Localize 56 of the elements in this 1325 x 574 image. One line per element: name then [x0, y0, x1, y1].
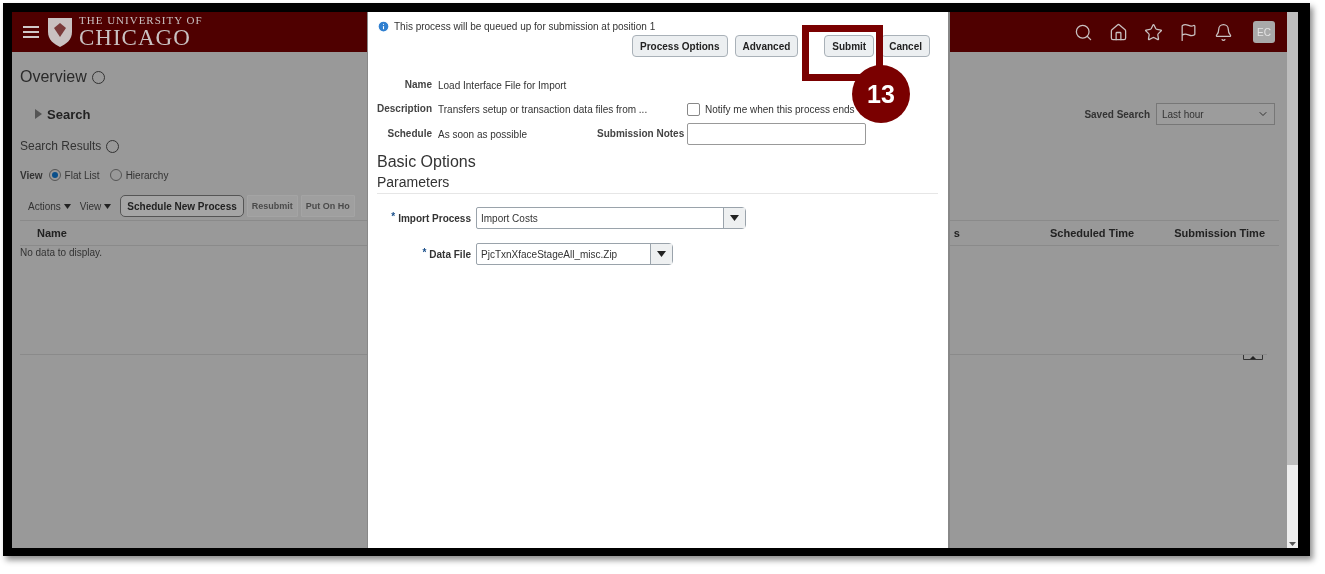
dialog-button[interactable]: Process Options [632, 35, 728, 57]
caret-icon [657, 251, 666, 257]
field-value: Transfers setup or transaction data files from ... [438, 103, 649, 115]
crest-icon [46, 16, 74, 48]
field-value: Load Interface File for Import [438, 79, 568, 91]
field-label: View [20, 169, 43, 181]
toolbar-button[interactable]: Schedule New Process [120, 195, 244, 217]
column-header: Name [37, 227, 67, 239]
column-header: Submission Time [1174, 227, 1265, 239]
field-label: Data File [429, 248, 471, 260]
caret-icon [63, 203, 71, 209]
saved-search-select[interactable]: Last hour [1156, 103, 1275, 125]
info-message: This process will be queued up for submission at position 1 [394, 21, 656, 32]
radio-label: Hierarchy [125, 169, 169, 181]
parameter-select[interactable]: Import Costs [476, 207, 746, 229]
caret-icon [104, 203, 112, 209]
expand-icon [35, 109, 42, 119]
page-title: Overview [20, 68, 87, 86]
notes-field[interactable] [687, 123, 866, 145]
empty-message: No data to display. [20, 247, 103, 258]
checkbox-label: Notify me when this process ends [705, 103, 855, 115]
flag-icon[interactable] [1179, 22, 1198, 42]
field-label: Name [403, 78, 432, 92]
caret-icon [730, 215, 739, 221]
dialog-button[interactable]: Submit [824, 35, 875, 57]
collapse-icon[interactable] [1243, 355, 1263, 360]
parameter-select[interactable]: PjcTxnXfaceStageAll_misc.Zip [476, 243, 673, 265]
home-icon[interactable] [1109, 22, 1128, 42]
required-mark: * [422, 246, 427, 258]
logo-text: THE UNIVERSITY OF [79, 15, 203, 26]
dialog-button[interactable]: Advanced [734, 35, 799, 57]
radio-label: Flat List [64, 169, 100, 181]
logo-text: CHICAGO [79, 26, 192, 49]
column-header: s [953, 227, 960, 239]
search-icon[interactable] [1074, 22, 1093, 42]
search-toggle[interactable]: Search [35, 106, 91, 122]
scrollbar[interactable] [1287, 12, 1298, 548]
field-label: Description [377, 102, 432, 116]
field-label: Schedule [386, 127, 432, 141]
section-title: Search Results [20, 139, 102, 153]
section-title: Basic Options [377, 153, 477, 171]
star-icon[interactable] [1144, 22, 1163, 42]
field-label: Import Process [398, 212, 471, 224]
subsection-title: Parameters [377, 174, 451, 190]
dialog-button[interactable]: Cancel [881, 35, 930, 57]
checkbox[interactable] [687, 102, 700, 116]
scroll-down-icon[interactable] [1287, 540, 1298, 548]
field-label: Saved Search [1084, 108, 1150, 120]
bell-icon[interactable] [1214, 22, 1233, 42]
info-icon [377, 20, 390, 33]
required-mark: * [391, 210, 396, 222]
menu-button[interactable]: Actions [28, 200, 71, 212]
column-header: Scheduled Time [1049, 227, 1135, 239]
menu-button[interactable]: View [79, 200, 112, 212]
field-value: As soon as possible [438, 128, 528, 140]
menu-icon[interactable] [22, 24, 40, 40]
